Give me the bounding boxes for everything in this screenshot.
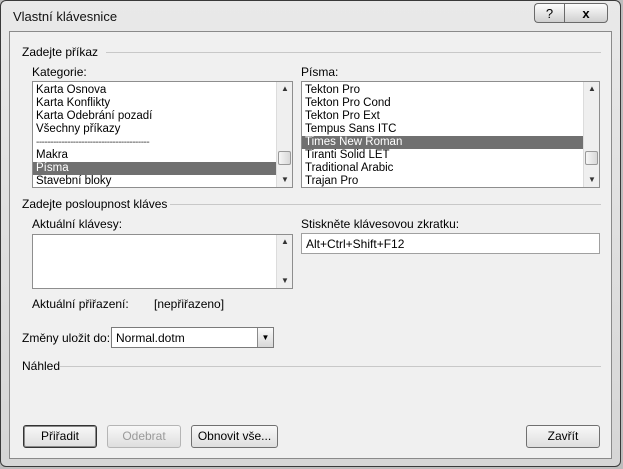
list-item[interactable]: Karta Osnova [33, 84, 276, 97]
save-in-select[interactable]: Normal.dotm ▼ [111, 327, 274, 348]
list-item[interactable]: ---------------------------------------- [33, 136, 276, 149]
section-divider [60, 366, 601, 367]
current-keys-listbox[interactable]: ▲ ▼ [32, 234, 293, 289]
remove-button[interactable]: Odebrat [107, 425, 181, 448]
dialog-window: Vlastní klávesnice ? x Zadejte příkaz Ka… [0, 0, 621, 467]
list-item[interactable]: Times New Roman [302, 136, 583, 149]
fonts-list: Tekton Pro Tekton Pro Cond Tekton Pro Ext T… [302, 84, 583, 187]
list-item[interactable]: Všechny příkazy [33, 123, 276, 136]
title-bar-buttons: ? x [534, 3, 608, 23]
keys-section-title: Zadejte posloupnost kláves [22, 197, 168, 211]
close-button[interactable]: Zavřít [526, 425, 600, 448]
current-keys-scrollbar[interactable]: ▲ ▼ [276, 235, 292, 288]
fonts-listbox[interactable]: Tekton Pro Tekton Pro Cond Tekton Pro Ext T… [301, 81, 600, 188]
scroll-up-icon[interactable]: ▲ [584, 82, 599, 96]
categories-listbox[interactable]: Karta Osnova Karta Konflikty Karta Odebrán… [32, 81, 293, 188]
list-item[interactable]: Stavební bloky [33, 175, 276, 187]
assign-button[interactable]: Přiřadit [23, 425, 97, 448]
assignment-label: Aktuální přiřazení: [32, 297, 129, 311]
list-item[interactable]: Karta Odebrání pozadí [33, 110, 276, 123]
close-window-button[interactable]: x [564, 3, 608, 23]
section-divider [106, 52, 601, 53]
scroll-thumb[interactable] [278, 151, 291, 165]
reset-all-button[interactable]: Obnovit vše... [191, 425, 278, 448]
scroll-up-icon[interactable]: ▲ [277, 235, 292, 249]
categories-label: Kategorie: [32, 65, 87, 79]
command-section-title: Zadejte příkaz [22, 45, 99, 59]
list-item[interactable]: Tekton Pro [302, 84, 583, 97]
dialog-title: Vlastní klávesnice [13, 9, 118, 24]
assignment-value: [nepřiřazeno] [154, 297, 225, 311]
preview-section-title: Náhled [22, 359, 61, 373]
list-item[interactable]: Tekton Pro Cond [302, 97, 583, 110]
shortcut-input[interactable]: Alt+Ctrl+Shift+F12 [301, 233, 600, 254]
shortcut-label: Stiskněte klávesovou zkratku: [301, 217, 460, 231]
fonts-label: Písma: [301, 65, 339, 79]
close-icon: x [582, 5, 590, 21]
dialog-body: Zadejte příkaz Kategorie: Karta Osnova Ka… [9, 31, 612, 459]
help-icon: ? [545, 5, 554, 21]
list-item[interactable]: Trajan Pro [302, 175, 583, 187]
save-in-label: Změny uložit do: [22, 331, 111, 345]
scroll-down-icon[interactable]: ▼ [277, 274, 292, 288]
chevron-down-icon[interactable]: ▼ [257, 328, 273, 347]
list-item[interactable]: Tiranti Solid LET [302, 149, 583, 162]
section-divider [170, 204, 601, 205]
list-item[interactable]: Tempus Sans ITC [302, 123, 583, 136]
scroll-down-icon[interactable]: ▼ [277, 173, 292, 187]
list-item[interactable]: Traditional Arabic [302, 162, 583, 175]
current-keys-label: Aktuální klávesy: [32, 217, 123, 231]
categories-scrollbar[interactable]: ▲ ▼ [276, 82, 292, 187]
save-in-value: Normal.dotm [116, 331, 185, 345]
list-item[interactable]: Písma [33, 162, 276, 175]
categories-list: Karta Osnova Karta Konflikty Karta Odebrán… [33, 84, 276, 187]
list-item[interactable]: Tekton Pro Ext [302, 110, 583, 123]
help-button[interactable]: ? [534, 3, 564, 23]
title-bar: Vlastní klávesnice ? x [1, 1, 620, 31]
scroll-down-icon[interactable]: ▼ [584, 173, 599, 187]
scroll-thumb[interactable] [585, 151, 598, 165]
fonts-scrollbar[interactable]: ▲ ▼ [583, 82, 599, 187]
list-item[interactable]: Makra [33, 149, 276, 162]
scroll-up-icon[interactable]: ▲ [277, 82, 292, 96]
list-item[interactable]: Karta Konflikty [33, 97, 276, 110]
